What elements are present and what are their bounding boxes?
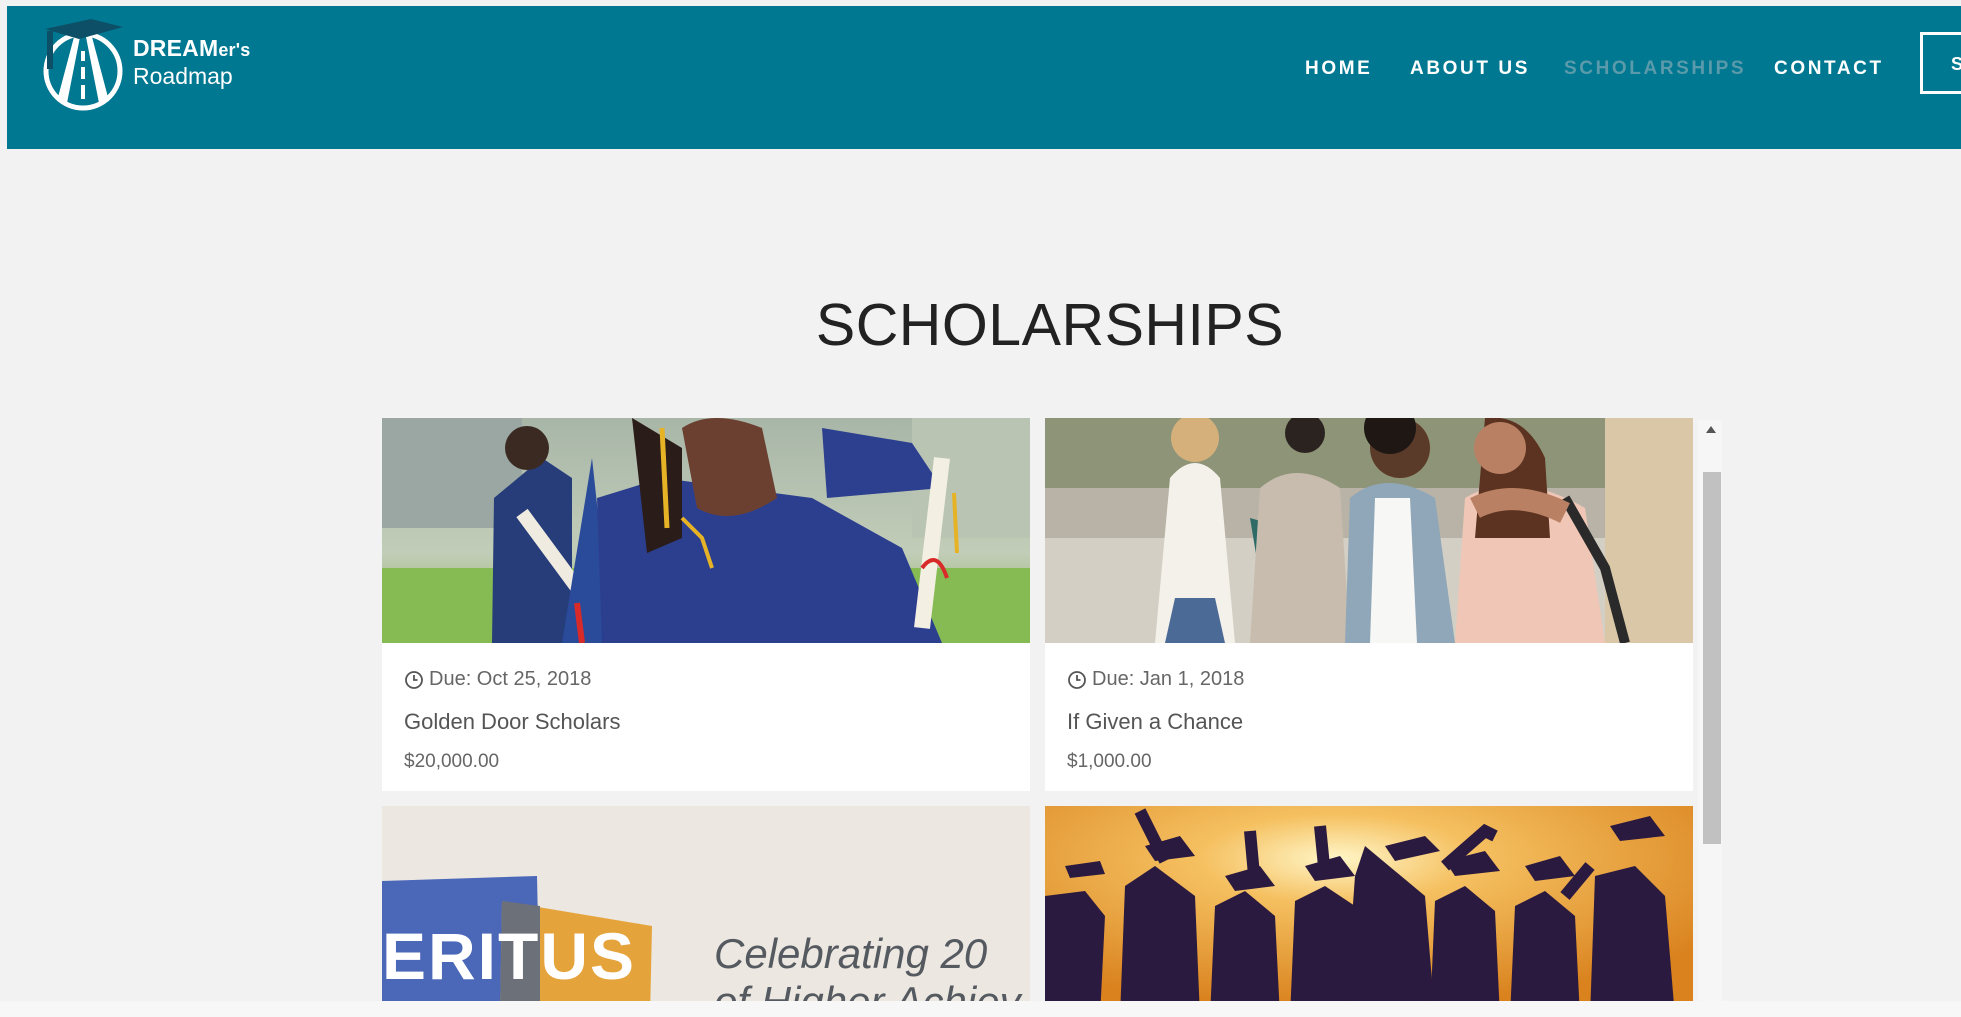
due-date: Due: Oct 25, 2018 xyxy=(404,668,1008,691)
scholarship-amount: $1,000.00 xyxy=(1067,751,1152,772)
site-header: DREAMer's Roadmap HOME ABOUT US SCHOLARS… xyxy=(7,6,1961,149)
scholarship-image xyxy=(1045,418,1693,643)
page-title: SCHOLARSHIPS xyxy=(815,292,1285,358)
nav-contact[interactable]: CONTACT xyxy=(1774,58,1884,80)
scholarship-image xyxy=(382,418,1030,643)
scroll-up-arrow-icon[interactable] xyxy=(1706,426,1716,433)
due-date: Due: Jan 1, 2018 xyxy=(1067,668,1671,691)
due-date-text: Due: Jan 1, 2018 xyxy=(1092,668,1245,690)
page: DREAMer's Roadmap HOME ABOUT US SCHOLARS… xyxy=(0,0,1961,1017)
scrollbar-thumb[interactable] xyxy=(1703,472,1721,844)
clock-icon xyxy=(405,670,423,689)
scholarship-banner: ERITUS Celebrating 20 of Higher Achiev xyxy=(382,806,1030,1017)
nav-cta-button[interactable]: S xyxy=(1920,32,1961,94)
scholarship-card[interactable]: Due: Oct 25, 2018 Golden Door Scholars $… xyxy=(382,418,1030,791)
main-nav: HOME ABOUT US SCHOLARSHIPS CONTACT xyxy=(7,58,1961,88)
nav-home[interactable]: HOME xyxy=(1305,58,1372,80)
scholarship-card[interactable] xyxy=(1045,806,1693,1017)
scholarship-name[interactable]: Golden Door Scholars xyxy=(404,709,1008,735)
nav-about-us[interactable]: ABOUT US xyxy=(1410,58,1530,80)
scholarship-card[interactable]: Due: Jan 1, 2018 If Given a Chance $1,00… xyxy=(1045,418,1693,791)
scholarship-card[interactable]: ERITUS Celebrating 20 of Higher Achiev xyxy=(382,806,1030,1017)
scholarship-amount: $20,000.00 xyxy=(404,751,500,772)
due-date-text: Due: Oct 25, 2018 xyxy=(429,668,592,690)
meritus-logo-text: ERITUS xyxy=(382,919,637,993)
nav-scholarships[interactable]: SCHOLARSHIPS xyxy=(1564,58,1746,80)
scholarship-image xyxy=(1045,806,1693,1017)
scholarship-name[interactable]: If Given a Chance xyxy=(1067,709,1671,735)
bottom-edge xyxy=(0,1001,1961,1017)
clock-icon xyxy=(1068,670,1086,689)
banner-line-1: Celebrating 20 xyxy=(714,930,988,977)
